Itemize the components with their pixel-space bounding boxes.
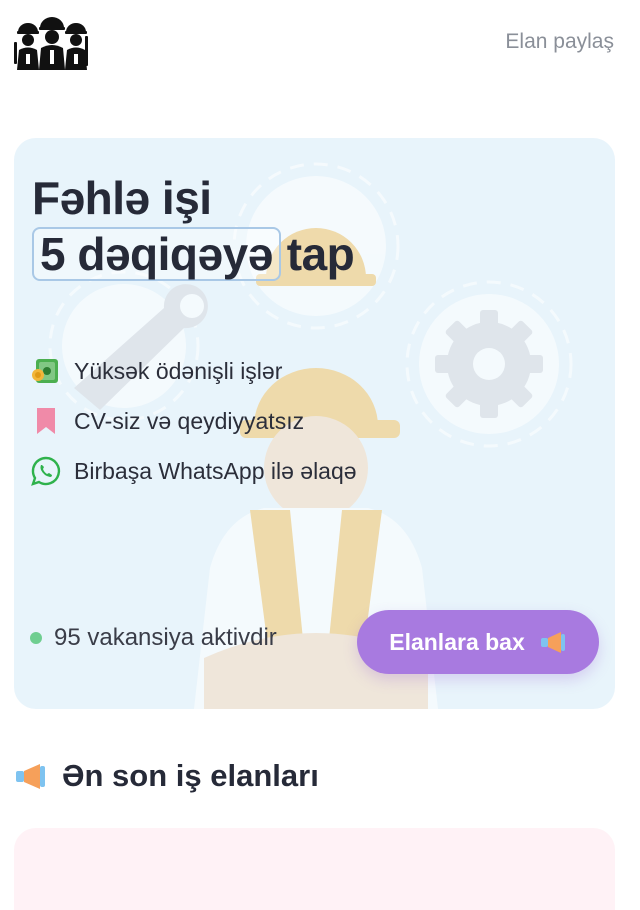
status-dot	[30, 632, 42, 644]
feature-item-pay: Yüksək ödənişli işlər	[30, 346, 357, 396]
bookmark-icon	[30, 405, 62, 437]
active-vacancies: 95 vakansiya aktivdir	[30, 624, 277, 652]
megaphone-icon	[540, 632, 565, 653]
active-vacancies-text: 95 vakansiya aktivdir	[54, 624, 277, 651]
view-ads-label: Elanlara bax	[389, 628, 525, 655]
whatsapp-icon	[30, 455, 62, 487]
feature-list: Yüksək ödənişli işlər CV-siz və qeydiyya…	[30, 346, 357, 496]
feature-label: CV-siz və qeydiyyatsız	[74, 407, 305, 434]
header: Elan paylaş	[0, 0, 640, 90]
hero-title-line1: Fəhlə işi	[32, 172, 212, 224]
hero-title: Fəhlə işi 5 dəqiqəyə tap	[32, 170, 355, 282]
section-title: Ən son iş elanları	[62, 758, 319, 793]
workers-logo-icon[interactable]	[14, 14, 90, 72]
feature-label: Birbaşa WhatsApp ilə əlaqə	[74, 457, 357, 484]
hero-title-suffix: tap	[286, 228, 355, 280]
feature-label: Yüksək ödənişli işlər	[74, 357, 283, 384]
megaphone-icon	[16, 764, 45, 789]
hero-banner: Fəhlə işi 5 dəqiqəyə tap Yüksək ödənişli …	[14, 138, 615, 709]
job-card[interactable]	[14, 828, 615, 910]
view-ads-button[interactable]: Elanlara bax	[357, 610, 599, 674]
latest-jobs-heading: Ən son iş elanları	[14, 758, 319, 794]
money-icon	[30, 355, 62, 387]
post-ad-link[interactable]: Elan paylaş	[505, 30, 614, 54]
hero-title-highlight: 5 dəqiqəyə	[32, 227, 281, 281]
feature-item-whatsapp: Birbaşa WhatsApp ilə əlaqə	[30, 446, 357, 496]
feature-item-no-cv: CV-siz və qeydiyyatsız	[30, 396, 357, 446]
